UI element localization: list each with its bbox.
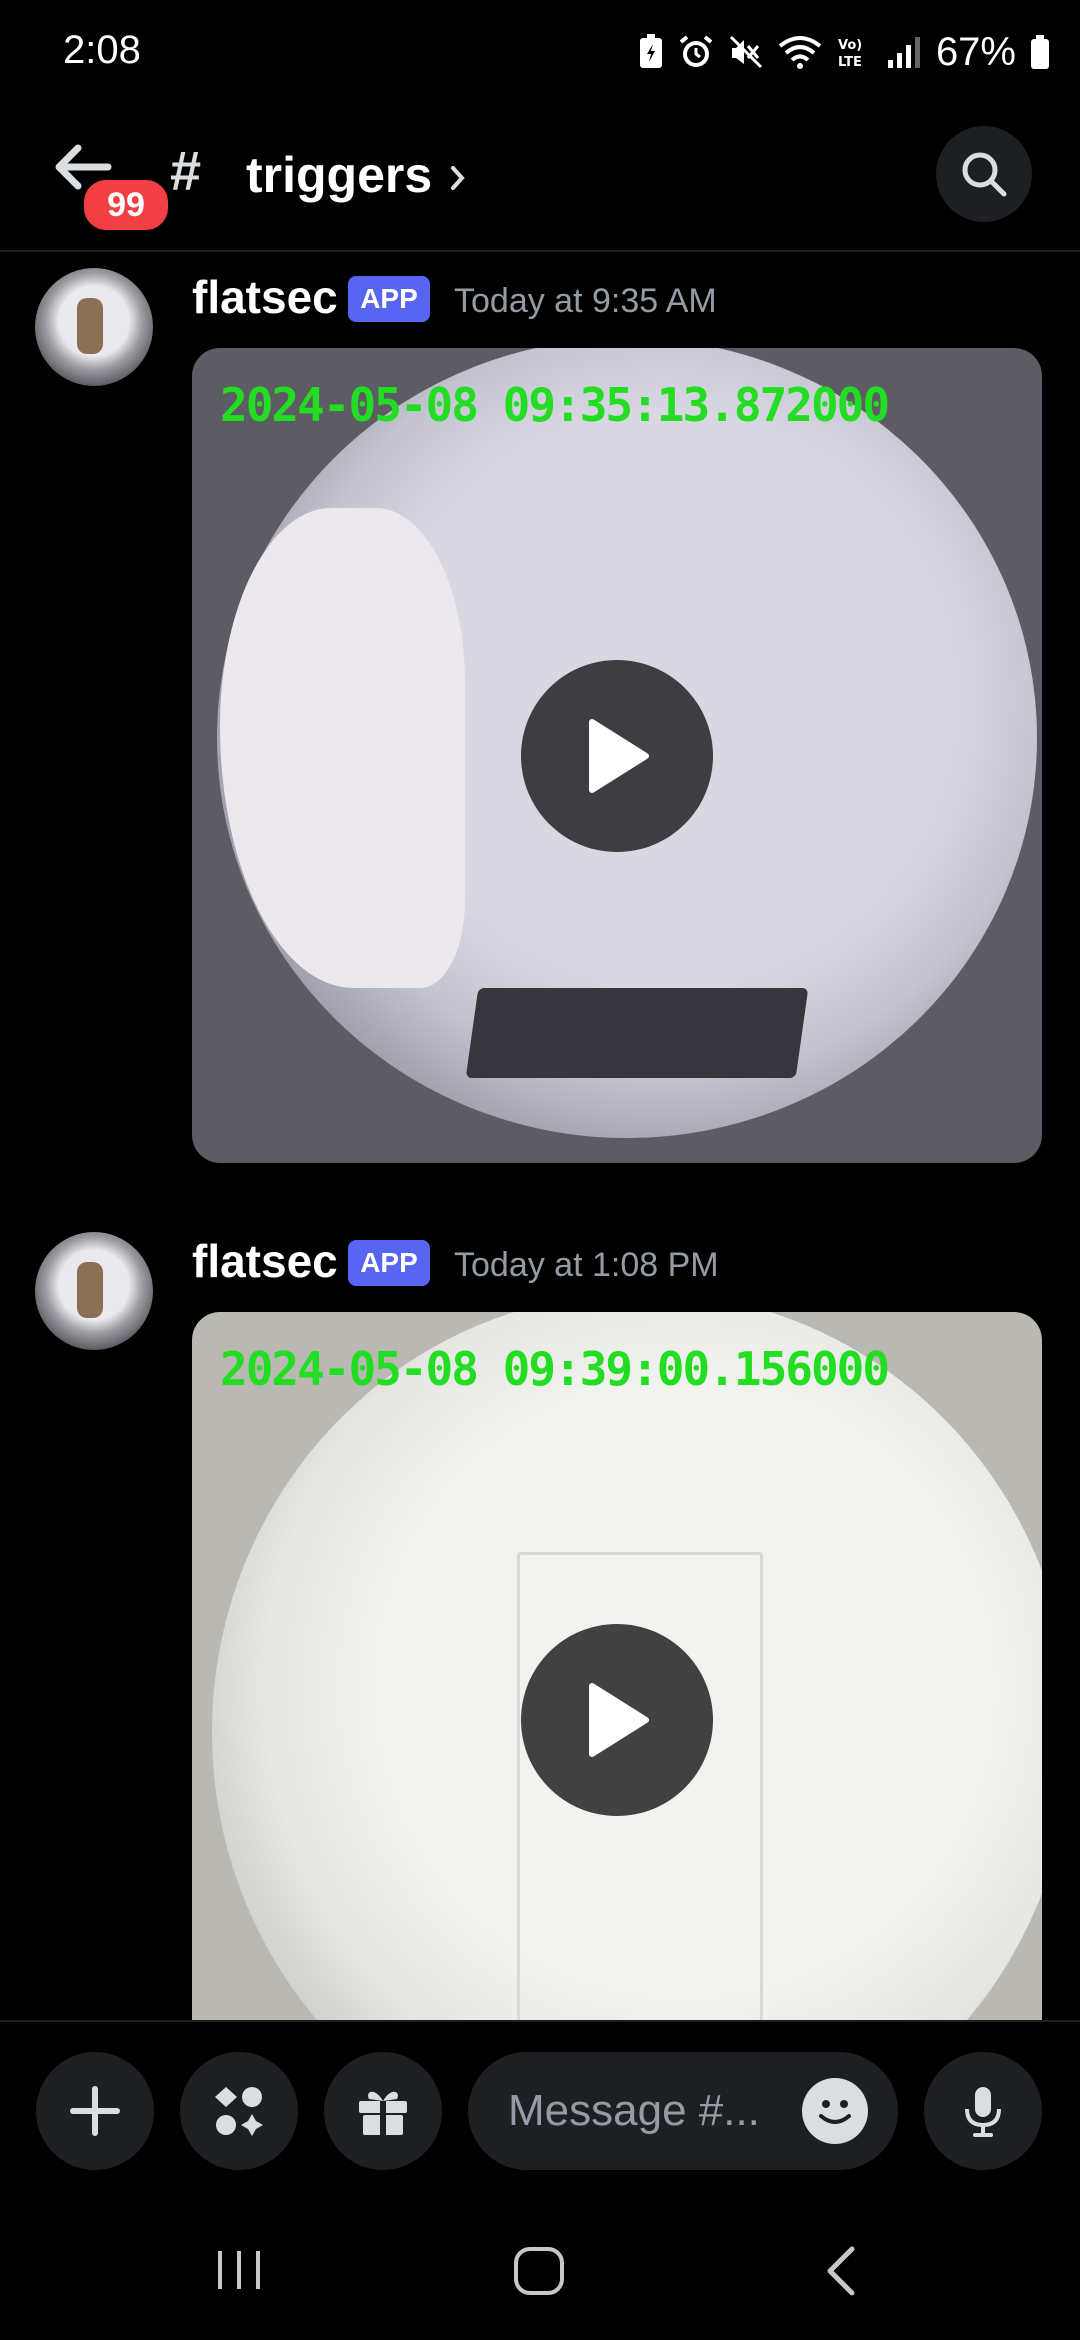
avatar[interactable]: [35, 1232, 153, 1350]
smiley-icon: [819, 2100, 851, 2124]
svg-text:Vo): Vo): [838, 38, 862, 53]
attach-button[interactable]: [36, 2052, 154, 2170]
svg-text:LTE: LTE: [838, 55, 862, 70]
play-icon: [589, 1683, 649, 1757]
voice-button[interactable]: [924, 2052, 1042, 2170]
avatar[interactable]: [35, 268, 153, 386]
status-icons: Vo) LTE 67%: [638, 28, 1050, 76]
battery-saver-icon: [639, 34, 662, 68]
plus-icon: [70, 2086, 120, 2136]
status-time: 2:08: [63, 28, 141, 72]
message-timestamp: Today at 9:35 AM: [454, 282, 717, 320]
message-input[interactable]: Message #...: [468, 2052, 898, 2170]
channel-title[interactable]: triggers: [246, 146, 432, 204]
recent-apps-icon[interactable]: [212, 2243, 266, 2297]
gift-icon: [359, 2091, 407, 2135]
apps-button[interactable]: [180, 2052, 298, 2170]
app-tag: APP: [348, 1240, 430, 1286]
system-nav-bar: [0, 2195, 1080, 2340]
volte-icon: Vo) LTE: [838, 38, 862, 70]
battery-icon: [1031, 35, 1049, 69]
back-nav-icon[interactable]: [818, 2243, 868, 2299]
gift-button[interactable]: [324, 2052, 442, 2170]
alarm-icon: [679, 35, 713, 67]
play-button[interactable]: [521, 1624, 713, 1816]
app-tag: APP: [348, 276, 430, 322]
message-timestamp: Today at 1:08 PM: [454, 1246, 719, 1284]
wifi-icon: [778, 36, 822, 69]
message-author[interactable]: flatsec: [192, 1234, 338, 1288]
video-attachment[interactable]: 2024-05-08 09:35:13.872000: [192, 348, 1042, 1163]
microphone-icon: [965, 2087, 1001, 2137]
unread-badge: 99: [80, 176, 172, 234]
status-bar: 2:08 Vo) LTE 67%: [0, 0, 1080, 110]
video-attachment[interactable]: 2024-05-08 09:39:00.156000: [192, 1312, 1042, 2032]
message-composer: Message #...: [0, 2020, 1080, 2197]
channel-hash-icon: #: [170, 139, 202, 202]
message-placeholder: Message #...: [508, 2086, 760, 2135]
mute-icon: [729, 35, 762, 69]
search-button[interactable]: [936, 126, 1032, 222]
home-icon[interactable]: [512, 2243, 568, 2299]
search-icon: [962, 152, 1007, 197]
battery-percent: 67%: [935, 29, 1016, 74]
channel-header: 99 # triggers: [0, 110, 1080, 252]
play-button[interactable]: [521, 660, 713, 852]
message-author[interactable]: flatsec: [192, 270, 338, 324]
play-icon: [589, 719, 649, 793]
video-timestamp-overlay: 2024-05-08 09:39:00.156000: [220, 1342, 890, 1396]
apps-icon: [215, 2087, 263, 2136]
signal-icon: [887, 37, 920, 68]
emoji-button[interactable]: [802, 2078, 868, 2144]
video-timestamp-overlay: 2024-05-08 09:35:13.872000: [220, 378, 890, 432]
chevron-right-icon[interactable]: [448, 150, 468, 206]
